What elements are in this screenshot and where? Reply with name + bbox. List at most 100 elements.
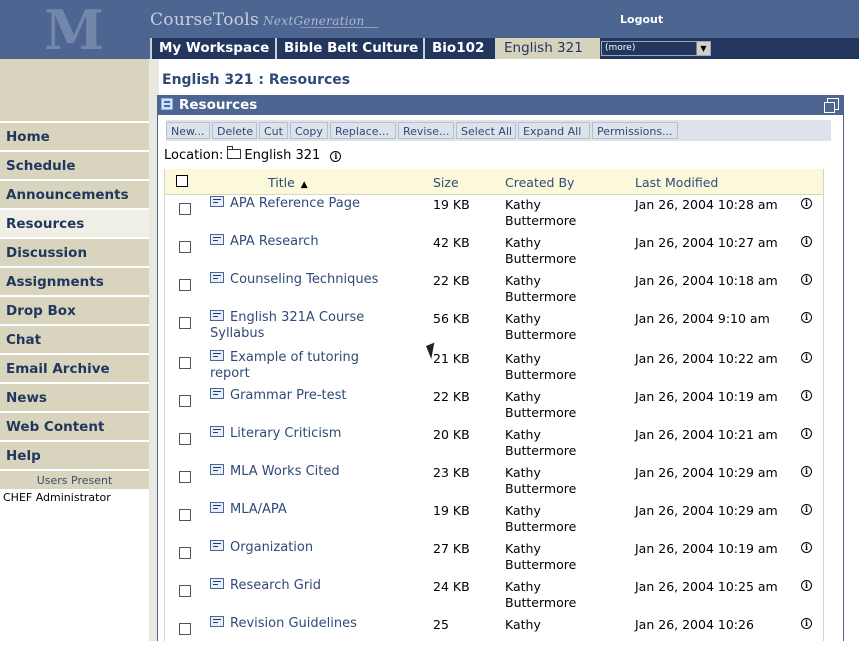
sidebar-item-drop-box[interactable]: Drop Box	[0, 295, 149, 324]
resource-title-link[interactable]: Grammar Pre-test	[210, 388, 385, 404]
sort-ascending-icon[interactable]: ▲	[301, 180, 308, 190]
row-checkbox[interactable]	[179, 317, 191, 329]
permissions-button[interactable]: Permissions...	[592, 122, 678, 139]
info-icon[interactable]: i	[330, 151, 342, 162]
row-checkbox[interactable]	[179, 395, 191, 407]
brand-divider	[300, 27, 378, 28]
select-all-button[interactable]: Select All	[456, 122, 516, 139]
resource-title-link[interactable]: Organization	[210, 540, 385, 556]
column-size-header[interactable]: Size	[433, 175, 459, 190]
resource-title-link[interactable]: Revision Guidelines	[210, 616, 385, 632]
resource-title-link[interactable]: Literary Criticism	[210, 426, 385, 442]
row-checkbox[interactable]	[179, 471, 191, 483]
row-checkbox[interactable]	[179, 203, 191, 215]
sidebar-item-announcements[interactable]: Announcements	[0, 179, 149, 208]
sidebar-item-web-content[interactable]: Web Content	[0, 411, 149, 440]
sidebar-item-assignments[interactable]: Assignments	[0, 266, 149, 295]
column-title-header[interactable]: Title ▲	[268, 175, 308, 190]
info-icon[interactable]: i	[801, 390, 812, 401]
logout-link[interactable]: Logout	[620, 13, 663, 26]
table-row[interactable]: Revision Guidelines 25 Kathy Jan 26, 2004 1…	[165, 614, 823, 652]
table-row[interactable]: English 321A Course Syllabus 56 KB Kathy B…	[165, 308, 823, 346]
resource-title-link[interactable]: Example of tutoring report	[210, 350, 385, 382]
tab-bible-belt-culture[interactable]: Bible Belt Culture	[275, 38, 423, 59]
resource-created-by: Kathy Buttermore	[505, 427, 577, 458]
info-icon[interactable]: i	[801, 580, 812, 591]
info-icon[interactable]: i	[801, 542, 812, 553]
resource-title-link[interactable]: Counseling Techniques	[210, 272, 385, 288]
delete-button[interactable]: Delete	[212, 122, 257, 139]
resource-last-modified: Jan 26, 2004 10:21 am	[635, 427, 778, 442]
info-icon[interactable]: i	[801, 352, 812, 363]
row-checkbox[interactable]	[179, 357, 191, 369]
row-checkbox[interactable]	[179, 279, 191, 291]
resource-size: 20 KB	[433, 427, 470, 442]
table-row[interactable]: Counseling Techniques 22 KB Kathy Buttermo…	[165, 270, 823, 308]
copy-button[interactable]: Copy	[290, 122, 328, 139]
info-icon[interactable]: i	[801, 274, 812, 285]
table-row[interactable]: Organization 27 KB Kathy Buttermore Jan 26,…	[165, 538, 823, 576]
revise-button[interactable]: Revise...	[398, 122, 454, 139]
table-row[interactable]: MLA Works Cited 23 KB Kathy Buttermore Jan …	[165, 462, 823, 500]
info-icon[interactable]: i	[801, 618, 812, 629]
tab-my-workspace[interactable]: My Workspace	[150, 38, 275, 59]
table-row[interactable]: Example of tutoring report 21 KB Kathy But…	[165, 348, 823, 386]
resource-title-link[interactable]: MLA/APA	[210, 502, 385, 518]
resource-size: 23 KB	[433, 465, 470, 480]
column-last-modified-header[interactable]: Last Modified	[635, 175, 718, 190]
sidebar-item-home[interactable]: Home	[0, 121, 149, 150]
resources-icon	[161, 98, 173, 110]
resource-last-modified: Jan 26, 2004 10:22 am	[635, 351, 778, 366]
expand-all-button[interactable]: Expand All	[518, 122, 590, 139]
resource-last-modified: Jan 26, 2004 9:10 am	[635, 311, 770, 326]
replace-button[interactable]: Replace...	[330, 122, 396, 139]
resource-size: 19 KB	[433, 197, 470, 212]
sidebar-item-schedule[interactable]: Schedule	[0, 150, 149, 179]
sidebar-item-discussion[interactable]: Discussion	[0, 237, 149, 266]
table-row[interactable]: Grammar Pre-test 22 KB Kathy Buttermore Jan…	[165, 386, 823, 424]
select-all-checkbox[interactable]	[176, 175, 188, 187]
chevron-down-icon[interactable]: ▼	[696, 42, 710, 55]
resource-last-modified: Jan 26, 2004 10:29 am	[635, 465, 778, 480]
info-icon[interactable]: i	[801, 312, 812, 323]
info-icon[interactable]: i	[801, 198, 812, 209]
brand-name: CourseTools	[150, 10, 260, 30]
info-icon[interactable]: i	[801, 428, 812, 439]
row-checkbox[interactable]	[179, 433, 191, 445]
info-icon[interactable]: i	[801, 504, 812, 515]
row-checkbox[interactable]	[179, 585, 191, 597]
tab-bio102[interactable]: Bio102	[423, 38, 495, 59]
row-checkbox[interactable]	[179, 509, 191, 521]
cut-button[interactable]: Cut	[259, 122, 288, 139]
column-created-by-header[interactable]: Created By	[505, 175, 574, 190]
resource-title-link[interactable]: APA Reference Page	[210, 196, 385, 212]
resource-title-link[interactable]: MLA Works Cited	[210, 464, 385, 480]
sidebar-item-chat[interactable]: Chat	[0, 324, 149, 353]
table-row[interactable]: APA Research 42 KB Kathy Buttermore Jan 26,…	[165, 232, 823, 270]
row-checkbox[interactable]	[179, 623, 191, 635]
sidebar-item-email-archive[interactable]: Email Archive	[0, 353, 149, 382]
tab-english-321[interactable]: English 321	[495, 38, 600, 59]
row-checkbox[interactable]	[179, 241, 191, 253]
table-row[interactable]: APA Reference Page 19 KB Kathy Buttermore J…	[165, 194, 823, 232]
new-button[interactable]: New...	[166, 122, 210, 139]
resource-title-link[interactable]: English 321A Course Syllabus	[210, 310, 385, 342]
resource-title-link[interactable]: APA Research	[210, 234, 385, 250]
tool-menu: Home Schedule Announcements Resources Di…	[0, 59, 149, 641]
info-icon[interactable]: i	[801, 466, 812, 477]
maximize-icon[interactable]	[824, 98, 839, 113]
sidebar-item-news[interactable]: News	[0, 382, 149, 411]
more-sites-select[interactable]: (more) ▼	[601, 41, 711, 56]
row-checkbox[interactable]	[179, 547, 191, 559]
users-present-label: Users Present	[0, 469, 149, 489]
resource-title-link[interactable]: Research Grid	[210, 578, 385, 594]
sidebar-item-help[interactable]: Help	[0, 440, 149, 469]
sidebar-item-resources[interactable]: Resources	[0, 208, 149, 237]
panel-title-bar: Resources	[157, 95, 844, 115]
resource-created-by: Kathy Buttermore	[505, 541, 577, 572]
table-row[interactable]: Literary Criticism 20 KB Kathy Buttermore J…	[165, 424, 823, 462]
location-value: English 321	[244, 148, 321, 163]
table-row[interactable]: Research Grid 24 KB Kathy Buttermore Jan 26…	[165, 576, 823, 614]
table-row[interactable]: MLA/APA 19 KB Kathy Buttermore Jan 26, 2004…	[165, 500, 823, 538]
info-icon[interactable]: i	[801, 236, 812, 247]
